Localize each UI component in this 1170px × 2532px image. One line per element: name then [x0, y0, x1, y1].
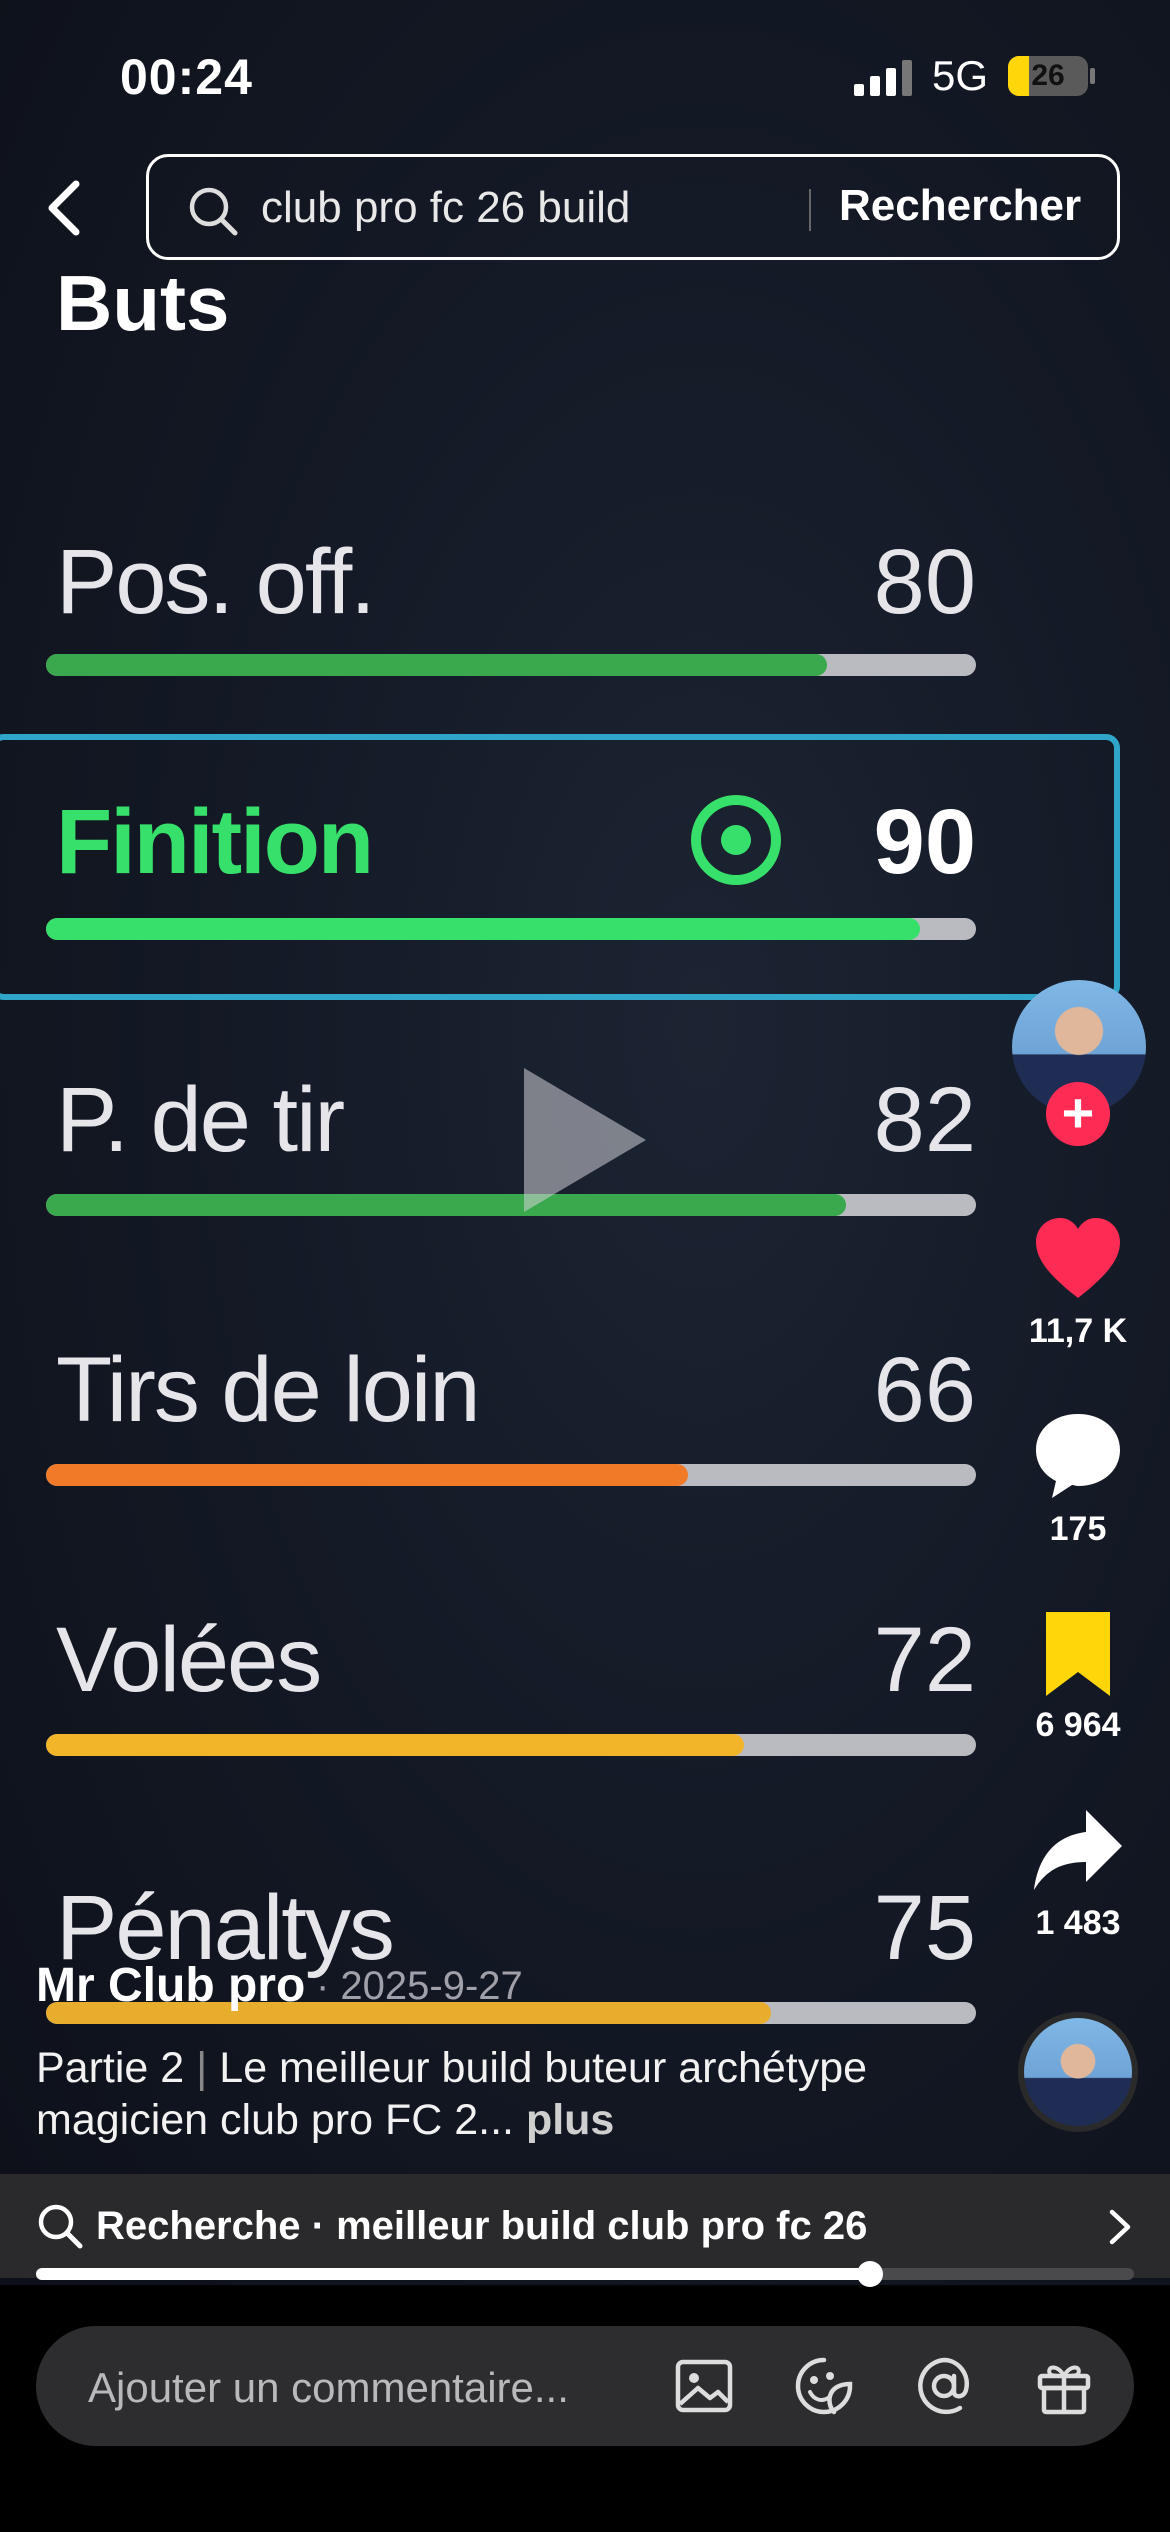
heart-icon[interactable]	[1030, 1212, 1126, 1308]
music-disc[interactable]	[1018, 2012, 1138, 2132]
stat-value: 75	[873, 1877, 976, 1979]
battery-icon: 26	[1008, 56, 1088, 96]
video-section-title: Buts	[56, 259, 230, 347]
gift-icon[interactable]	[1032, 2354, 1096, 2418]
video-progress-bar[interactable]	[36, 2261, 1134, 2287]
stat-value: 66	[873, 1339, 976, 1441]
comment-input[interactable]: Ajouter un commentaire...	[88, 2364, 569, 2412]
highlight-frame	[0, 734, 1120, 1000]
author-name[interactable]: Mr Club pro	[36, 1958, 305, 2013]
stat-bar-fill	[46, 1194, 846, 1216]
caption-part: Partie 2	[36, 2044, 185, 2092]
stat-value: 80	[873, 531, 976, 633]
image-icon[interactable]	[672, 2354, 736, 2418]
more-link[interactable]: plus	[526, 2096, 614, 2144]
mention-icon[interactable]	[912, 2354, 976, 2418]
stat-bar-fill	[46, 1734, 744, 1756]
suggestion-text: Recherche · meilleur build club pro fc 2…	[96, 2204, 868, 2248]
search-divider	[809, 189, 811, 231]
save-count: 6 964	[1035, 1706, 1121, 1744]
sticker-icon[interactable]	[792, 2354, 856, 2418]
stat-bar	[46, 1464, 976, 1486]
follow-button[interactable]: +	[1046, 1082, 1110, 1146]
back-icon[interactable]	[40, 178, 90, 238]
stat-bar	[46, 1194, 976, 1216]
comment-bar[interactable]: Ajouter un commentaire...	[36, 2326, 1134, 2446]
stat-value: 72	[873, 1609, 976, 1711]
network-type: 5G	[932, 52, 989, 99]
signal-icon	[854, 60, 914, 96]
share-count: 1 483	[1035, 1904, 1121, 1942]
stat-value: 82	[873, 1069, 976, 1171]
comment-icon[interactable]	[1030, 1406, 1126, 1502]
stat-label: Volées	[56, 1609, 322, 1711]
search-input[interactable]: club pro fc 26 build	[261, 183, 630, 233]
stat-bar	[46, 654, 976, 676]
post-date: · 2025-9-27	[316, 1964, 523, 2008]
share-icon[interactable]	[1030, 1802, 1126, 1898]
stat-label: P. de tir	[56, 1069, 345, 1171]
stat-bar-fill	[46, 654, 828, 676]
search-button[interactable]: Rechercher	[839, 181, 1081, 231]
search-bar[interactable]: club pro fc 26 build Rechercher	[146, 154, 1120, 260]
caption-separator: |	[196, 2044, 208, 2092]
comment-count: 175	[1049, 1510, 1107, 1548]
play-icon[interactable]	[520, 1060, 650, 1220]
like-count: 11,7 K	[1028, 1312, 1128, 1350]
battery-level: 26	[1031, 59, 1065, 92]
search-icon	[38, 2204, 83, 2249]
stat-bar-fill	[46, 1464, 688, 1486]
stat-label: Tirs de loin	[56, 1339, 481, 1441]
search-suggestion[interactable]: Recherche · meilleur build club pro fc 2…	[0, 2174, 1170, 2278]
battery-tip	[1090, 68, 1095, 84]
post-caption[interactable]: Partie 2 | Le meilleur build buteur arch…	[36, 2042, 936, 2146]
status-time: 00:24	[120, 49, 253, 105]
stat-label: Pos. off.	[56, 531, 376, 633]
stat-bar	[46, 1734, 976, 1756]
search-icon	[189, 187, 238, 236]
bookmark-icon[interactable]	[1030, 1606, 1126, 1702]
chevron-right-icon	[1109, 2209, 1131, 2245]
